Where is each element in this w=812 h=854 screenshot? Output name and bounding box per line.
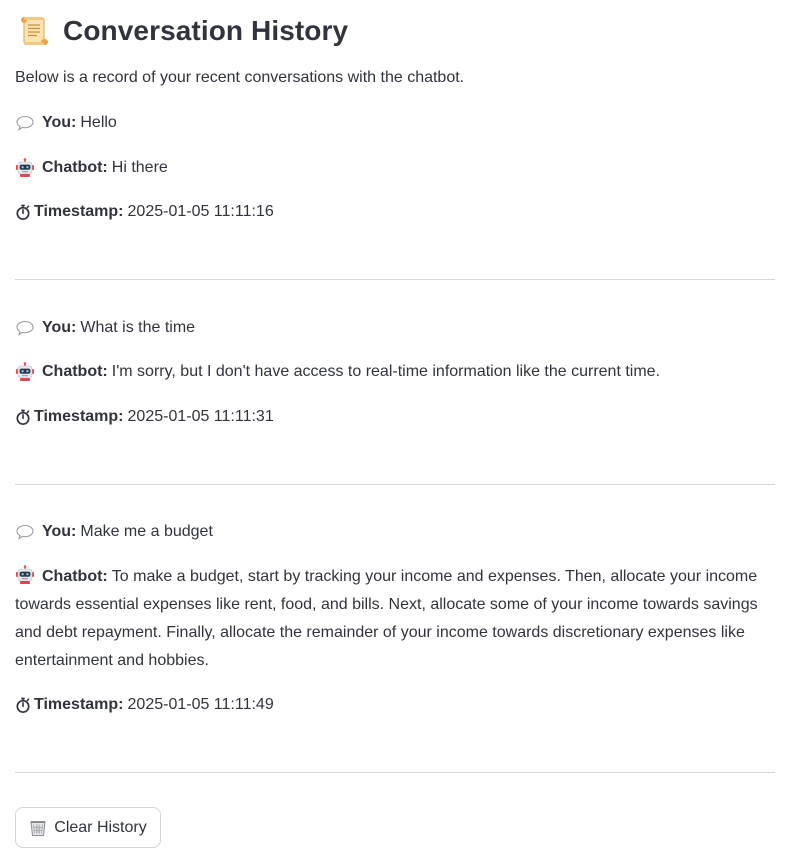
conversation-history-page: Conversation History Below is a record o… bbox=[0, 0, 812, 854]
chatbot-label: Chatbot: bbox=[42, 568, 108, 585]
speech-balloon-icon bbox=[15, 318, 35, 338]
scroll-icon bbox=[17, 14, 51, 48]
bot-message: Chatbot: To make a budget, start by track… bbox=[15, 563, 775, 675]
timestamp-value: 2025-01-05 11:11:49 bbox=[127, 696, 274, 713]
you-label: You: bbox=[42, 319, 77, 336]
user-message: You: Hello bbox=[15, 112, 117, 134]
user-message-text: What is the time bbox=[80, 319, 196, 336]
timestamp-line: Timestamp: 2025-01-05 11:11:31 bbox=[15, 406, 274, 428]
stopwatch-icon bbox=[15, 202, 31, 222]
user-message-text: Make me a budget bbox=[80, 523, 213, 540]
divider bbox=[15, 772, 775, 773]
speech-balloon-icon bbox=[15, 113, 35, 133]
robot-icon bbox=[15, 158, 35, 178]
timestamp-label: Timestamp: bbox=[34, 203, 124, 220]
timestamp-line: Timestamp: 2025-01-05 11:11:49 bbox=[15, 694, 274, 716]
bot-message-text: To make a budget, start by tracking your… bbox=[15, 568, 758, 669]
chatbot-label: Chatbot: bbox=[42, 363, 108, 380]
bot-message: Chatbot: Hi there bbox=[15, 157, 168, 179]
user-message: You: Make me a budget bbox=[15, 521, 213, 543]
bot-message-text: I'm sorry, but I don't have access to re… bbox=[111, 363, 661, 380]
bot-message: Chatbot: I'm sorry, but I don't have acc… bbox=[15, 361, 660, 383]
user-message-text: Hello bbox=[80, 114, 117, 131]
divider bbox=[15, 484, 775, 485]
robot-icon bbox=[15, 565, 35, 585]
bot-message-text: Hi there bbox=[111, 159, 168, 176]
clear-history-button[interactable]: Clear History bbox=[15, 807, 161, 848]
page-title: Conversation History bbox=[63, 15, 349, 46]
intro-text: Below is a record of your recent convers… bbox=[15, 69, 465, 86]
user-message: You: What is the time bbox=[15, 317, 195, 339]
divider bbox=[15, 279, 775, 280]
wastebasket-icon bbox=[29, 819, 47, 837]
stopwatch-icon bbox=[15, 407, 31, 427]
page-header: Conversation History bbox=[17, 11, 348, 51]
robot-icon bbox=[15, 362, 35, 382]
timestamp-label: Timestamp: bbox=[34, 696, 124, 713]
clear-history-label: Clear History bbox=[54, 818, 147, 836]
timestamp-line: Timestamp: 2025-01-05 11:11:16 bbox=[15, 201, 274, 223]
timestamp-label: Timestamp: bbox=[34, 408, 124, 425]
stopwatch-icon bbox=[15, 695, 31, 715]
timestamp-value: 2025-01-05 11:11:16 bbox=[127, 203, 274, 220]
speech-balloon-icon bbox=[15, 522, 35, 542]
timestamp-value: 2025-01-05 11:11:31 bbox=[127, 408, 274, 425]
you-label: You: bbox=[42, 114, 77, 131]
you-label: You: bbox=[42, 523, 77, 540]
chatbot-label: Chatbot: bbox=[42, 159, 108, 176]
